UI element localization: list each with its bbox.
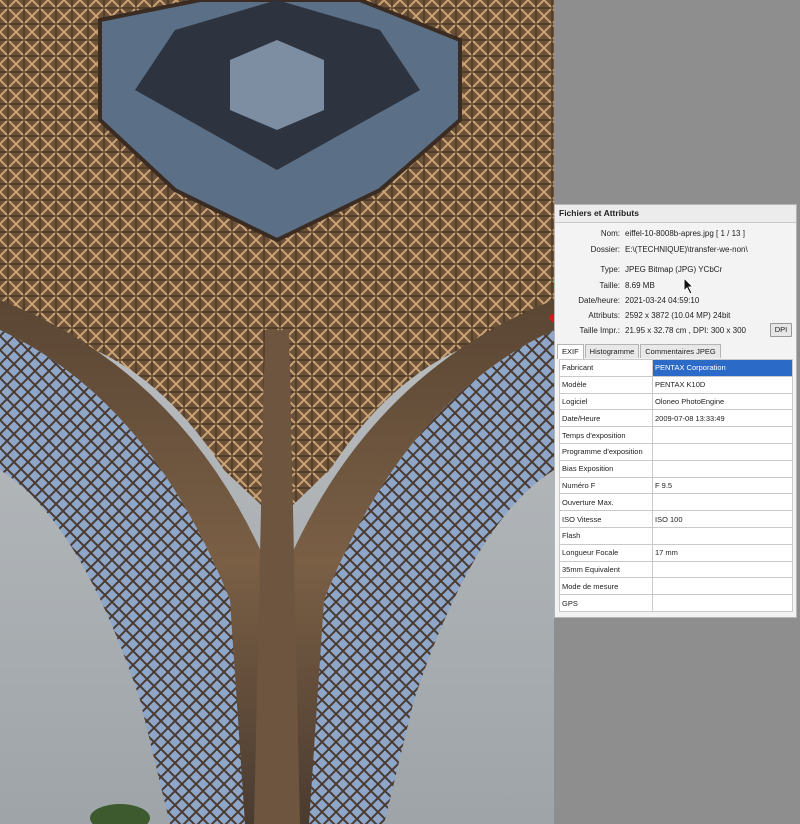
tab-histogram[interactable]: Histogramme	[584, 344, 640, 358]
exif-value	[652, 459, 793, 478]
attr-label: Nom:	[600, 229, 620, 238]
exif-key: Mode de mesure	[559, 577, 653, 596]
exif-value	[652, 426, 793, 444]
attr-value: 8.69 MB	[625, 281, 655, 290]
attr-name: Nom: eiffel-10-8008b-apres.jpg [ 1 / 13 …	[555, 227, 794, 241]
attr-value: eiffel-10-8008b-apres.jpg [ 1 / 13 ]	[625, 229, 745, 238]
exif-key: Date/Heure	[559, 409, 653, 428]
exif-value: Oloneo PhotoEngine	[652, 392, 793, 411]
attr-folder: Dossier: E:\(TECHNIQUE)\transfer-we-non\	[555, 243, 794, 257]
attr-label: Type:	[600, 265, 620, 274]
tab-exif[interactable]: EXIF	[557, 344, 584, 359]
exif-key: Longueur Focale	[559, 543, 653, 562]
attr-size: Taille: 8.69 MB	[555, 279, 794, 293]
exif-key: ISO Vitesse	[559, 510, 653, 528]
attr-label: Dossier:	[590, 245, 620, 254]
attr-label: Date/heure:	[578, 296, 620, 305]
exif-row[interactable]: Mode de mesure	[559, 577, 793, 596]
attr-attributes: Attributs: 2592 x 3872 (10.04 MP) 24bit	[555, 309, 794, 323]
exif-row[interactable]: Logiciel Oloneo PhotoEngine	[559, 392, 793, 411]
exif-value	[652, 442, 793, 461]
exif-row[interactable]: Date/Heure 2009-07-08 13:33:49	[559, 409, 793, 428]
attr-value: JPEG Bitmap (JPG) YCbCr	[625, 265, 723, 274]
attr-label: Taille Impr.:	[579, 326, 620, 335]
attr-date: Date/heure: 2021-03-24 04:59:10	[555, 294, 794, 308]
exif-value	[652, 560, 793, 579]
tab-jpeg-comments[interactable]: Commentaires JPEG	[640, 344, 721, 358]
attr-value: 21.95 x 32.78 cm , DPI: 300 x 300	[625, 326, 746, 335]
exif-row[interactable]: Ouverture Max.	[559, 493, 793, 512]
attr-type: Type: JPEG Bitmap (JPG) YCbCr	[555, 263, 794, 277]
exif-key: Logiciel	[559, 392, 653, 411]
exif-row[interactable]: ISO Vitesse ISO 100	[559, 510, 793, 528]
exif-value	[652, 526, 793, 545]
exif-value	[652, 577, 793, 596]
exif-key: Ouverture Max.	[559, 493, 653, 512]
attr-value: 2592 x 3872 (10.04 MP) 24bit	[625, 311, 731, 320]
exif-row[interactable]: Numéro FF 9.5	[559, 476, 793, 495]
exif-key: Programme d'exposition	[559, 442, 653, 461]
exif-key: GPS	[559, 594, 653, 612]
exif-key: Fabricant	[559, 359, 653, 377]
attr-value: 2021-03-24 04:59:10	[625, 296, 700, 305]
exif-key: Modèle	[559, 375, 653, 394]
panel-title: Fichiers et Attributs	[555, 205, 796, 223]
exif-row[interactable]: Modèle PENTAX K10D	[559, 375, 793, 394]
attr-label: Attributs:	[588, 311, 620, 320]
exif-row[interactable]: Fabricant PENTAX Corporation	[559, 359, 793, 377]
exif-row[interactable]: Longueur Focale 17 mm	[559, 543, 793, 562]
exif-key: Temps d'exposition	[559, 426, 653, 444]
exif-value	[652, 493, 793, 512]
exif-row[interactable]: Programme d'exposition	[559, 442, 793, 461]
exif-key: Bias Exposition	[559, 459, 653, 478]
exif-value	[652, 594, 793, 612]
exif-key: Numéro F	[559, 476, 653, 495]
attr-label: Taille:	[599, 281, 620, 290]
exif-key: 35mm Equivalent	[559, 560, 653, 579]
exif-table: Fabricant PENTAX Corporation Modèle PENTAX …	[559, 359, 793, 612]
exif-value: ISO 100	[652, 510, 793, 528]
tab-bar: EXIF Histogramme Commentaires JPEG	[557, 344, 722, 359]
exif-row[interactable]: GPS	[559, 594, 793, 612]
file-attributes-panel: Fichiers et Attributs Nom: eiffel-10-800…	[554, 204, 797, 618]
attr-value: E:\(TECHNIQUE)\transfer-we-non\	[625, 245, 748, 254]
dpi-button[interactable]: DPI	[770, 323, 792, 337]
exif-row[interactable]: Flash	[559, 526, 793, 545]
exif-value: PENTAX Corporation	[652, 359, 793, 377]
mouse-cursor-icon	[683, 277, 695, 295]
exif-row[interactable]: 35mm Equivalent	[559, 560, 793, 579]
exif-row[interactable]: Temps d'exposition	[559, 426, 793, 444]
attr-print-size: Taille Impr.: 21.95 x 32.78 cm , DPI: 30…	[555, 324, 794, 338]
exif-value: 17 mm	[652, 543, 793, 562]
exif-key: Flash	[559, 526, 653, 545]
exif-value: PENTAX K10D	[652, 375, 793, 394]
exif-value: F 9.5	[652, 476, 793, 495]
exif-value: 2009-07-08 13:33:49	[652, 409, 793, 428]
photo-eiffel-tower	[0, 0, 554, 824]
exif-row[interactable]: Bias Exposition	[559, 459, 793, 478]
